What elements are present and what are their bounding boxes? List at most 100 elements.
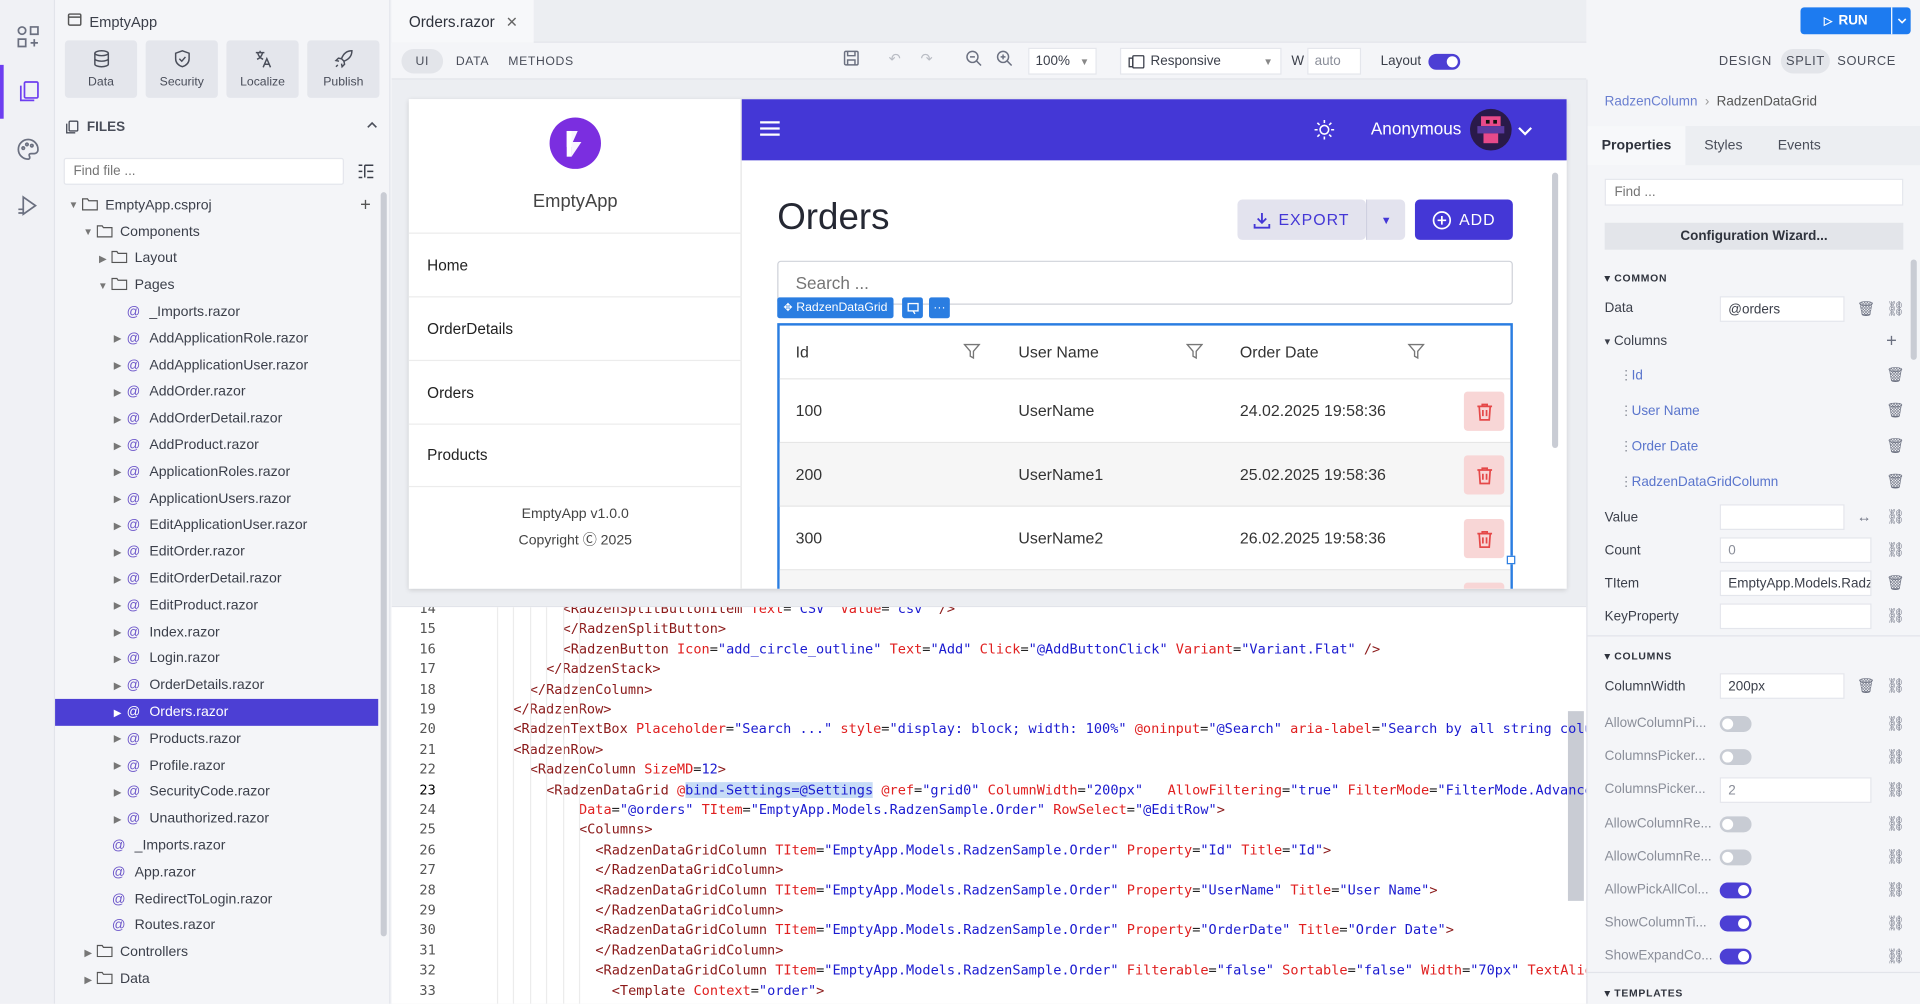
data-property-input[interactable]: @orders	[1719, 296, 1845, 322]
data-grid[interactable]: Id User Name Order Date 100 UserName 24.02…	[777, 323, 1513, 589]
code-line[interactable]: 26 <RadzenDataGridColumn TItem = "EmptyApp.…	[392, 841, 1567, 861]
caret-down-icon[interactable]: ▼	[67, 200, 79, 211]
theme-palette-icon[interactable]	[0, 122, 55, 176]
tree-file[interactable]: @ App.razor	[55, 859, 378, 886]
columns-property[interactable]: ▾ Columns	[1605, 334, 1667, 349]
code-line[interactable]: 33 <Template Context="order">	[392, 981, 1567, 1001]
code-line[interactable]: 27 </RadzenDataGridColumn>	[392, 861, 1567, 881]
add-file-icon[interactable]: +	[360, 195, 371, 216]
columns-section-header[interactable]: ▾ COLUMNS	[1605, 650, 1672, 663]
code-line[interactable]: 16 <RadzenButton Icon="add_circle_outline…	[392, 640, 1567, 660]
link-icon[interactable]: ⛓	[1886, 748, 1905, 765]
tree-folder[interactable]: ▶ Data	[55, 966, 378, 993]
common-section-header[interactable]: ▾ COMMON	[1605, 272, 1668, 285]
caret-right-icon[interactable]: ▶	[82, 974, 94, 985]
number-property-input[interactable]: 2	[1719, 777, 1872, 804]
delete-row-button[interactable]	[1463, 518, 1505, 559]
link-icon[interactable]: ⛓	[1886, 915, 1905, 932]
table-row[interactable]: 300 UserName2 26.02.2025 19:58:36	[779, 507, 1511, 571]
link-icon[interactable]: ⛓	[1886, 948, 1905, 965]
tree-file[interactable]: ▶ @ AddOrder.razor	[55, 379, 378, 406]
tree-view-toggle-icon[interactable]	[354, 159, 378, 183]
trash-icon[interactable]: 🗑	[1886, 472, 1905, 489]
trash-icon[interactable]: 🗑	[1886, 437, 1905, 454]
code-line[interactable]: 28 <RadzenDataGridColumn TItem = "EmptyApp.…	[392, 881, 1567, 901]
property-toggle[interactable]	[1719, 815, 1752, 832]
caret-right-icon[interactable]: ▶	[111, 467, 123, 478]
caret-down-icon[interactable]: ▼	[97, 280, 109, 291]
view-source[interactable]: SOURCE	[1837, 49, 1896, 73]
tree-folder[interactable]: ▶ Controllers	[55, 939, 378, 966]
layout-toggle[interactable]	[1428, 53, 1461, 70]
tree-file[interactable]: ▶ @ OrderDetails.razor	[55, 672, 378, 699]
tree-file[interactable]: ▶ @ EditApplicationUser.razor	[55, 512, 378, 539]
tree-file[interactable]: @ _Imports.razor	[55, 832, 378, 859]
hamburger-menu-icon[interactable]	[759, 120, 781, 141]
tree-folder[interactable]: ▶ Layout	[55, 246, 378, 273]
tree-file[interactable]: ▶ @ Unauthorized.razor	[55, 806, 378, 833]
link-icon[interactable]: ⛓	[1886, 781, 1905, 798]
keyproperty-input[interactable]	[1719, 603, 1872, 630]
caret-right-icon[interactable]: ▶	[111, 787, 123, 798]
caret-right-icon[interactable]: ▶	[111, 574, 123, 585]
tree-file[interactable]: ▶ @ Orders.razor	[55, 699, 379, 726]
caret-right-icon[interactable]: ▶	[111, 440, 123, 451]
nav-order-details[interactable]: OrderDetails	[408, 296, 742, 360]
caret-right-icon[interactable]: ▶	[111, 654, 123, 665]
link-icon[interactable]: ⛓	[1886, 881, 1905, 898]
publish-tile[interactable]: Publish	[307, 40, 380, 98]
chevron-up-icon[interactable]	[366, 119, 378, 135]
tree-file[interactable]: ▶ @ Products.razor	[55, 726, 378, 753]
tab-events[interactable]: Events	[1761, 126, 1837, 165]
caret-right-icon[interactable]: ▶	[111, 547, 123, 558]
caret-down-icon[interactable]: ▼	[82, 227, 94, 238]
component-badge[interactable]: ✥ RadzenDataGrid	[777, 297, 894, 319]
tree-folder[interactable]: ▼ Pages	[55, 272, 378, 299]
user-name[interactable]: Anonymous	[1371, 119, 1461, 139]
code-line[interactable]: 24 Data="@orders" TItem="EmptyApp.Models.…	[392, 800, 1567, 820]
tree-file[interactable]: ▶ @ AddOrderDetail.razor	[55, 406, 378, 433]
zoom-out-icon[interactable]	[966, 50, 982, 70]
trash-icon[interactable]: 🗑	[1886, 574, 1905, 591]
property-toggle[interactable]	[1719, 849, 1752, 866]
caret-right-icon[interactable]: ▶	[111, 333, 123, 344]
code-line[interactable]: 25 <Columns>	[392, 821, 1567, 841]
data-tile[interactable]: Data	[64, 40, 138, 98]
column-header-user-name[interactable]: User Name	[1018, 343, 1098, 361]
caret-right-icon[interactable]: ▶	[111, 814, 123, 825]
caret-right-icon[interactable]: ▶	[111, 360, 123, 371]
link-icon[interactable]: ⛓	[1886, 541, 1905, 558]
save-icon[interactable]	[843, 50, 859, 70]
trash-icon[interactable]: 🗑	[1857, 300, 1876, 317]
theme-sun-icon[interactable]	[1313, 119, 1335, 145]
value-property-input[interactable]	[1719, 504, 1845, 530]
two-way-binding-icon[interactable]: ↔	[1857, 508, 1872, 525]
code-line[interactable]: 32 <RadzenDataGridColumn TItem = "EmptyApp.…	[392, 961, 1586, 981]
column-item-template[interactable]: RadzenDataGridColumn	[1632, 475, 1779, 490]
code-line[interactable]: 20 <RadzenTextBox Placeholder="Search ...…	[392, 720, 1586, 740]
code-line[interactable]: 14 <RadzenSplitButtonItem Text="CSV" Valu…	[392, 607, 1567, 620]
select-parent-icon[interactable]	[902, 297, 923, 319]
code-line[interactable]: 21 <RadzenRow>	[392, 740, 1567, 760]
nav-orders[interactable]: Orders	[408, 359, 742, 424]
width-input[interactable]: auto	[1307, 47, 1362, 75]
tree-file[interactable]: ▶ @ AddProduct.razor	[55, 432, 378, 459]
templates-section-header[interactable]: ▾ TEMPLATES	[1605, 987, 1683, 1000]
tree-file[interactable]: ▶ @ EditOrderDetail.razor	[55, 566, 378, 593]
columnwidth-input[interactable]: 200px	[1719, 673, 1845, 699]
mode-ui[interactable]: UI	[401, 48, 444, 74]
device-select[interactable]: Responsive ▼	[1119, 47, 1282, 75]
tree-file[interactable]: ▶ @ AddApplicationRole.razor	[55, 326, 378, 353]
tree-file[interactable]: ▶ @ Index.razor	[55, 619, 378, 646]
delete-row-button[interactable]	[1463, 455, 1505, 495]
property-toggle[interactable]	[1719, 749, 1752, 766]
localize-tile[interactable]: Localize	[226, 40, 299, 98]
files-header[interactable]: FILES	[65, 119, 378, 135]
caret-right-icon[interactable]: ▶	[111, 600, 123, 611]
undo-icon[interactable]: ↶	[889, 50, 901, 67]
tree-file[interactable]: ▶ @ EditProduct.razor	[55, 592, 378, 619]
configuration-wizard-button[interactable]: Configuration Wizard...	[1604, 222, 1904, 250]
code-line[interactable]: 30 <RadzenDataGridColumn TItem = "EmptyApp.…	[392, 921, 1567, 941]
tree-file[interactable]: ▶ @ EditOrder.razor	[55, 539, 378, 566]
link-icon[interactable]: ⛓	[1886, 815, 1905, 832]
